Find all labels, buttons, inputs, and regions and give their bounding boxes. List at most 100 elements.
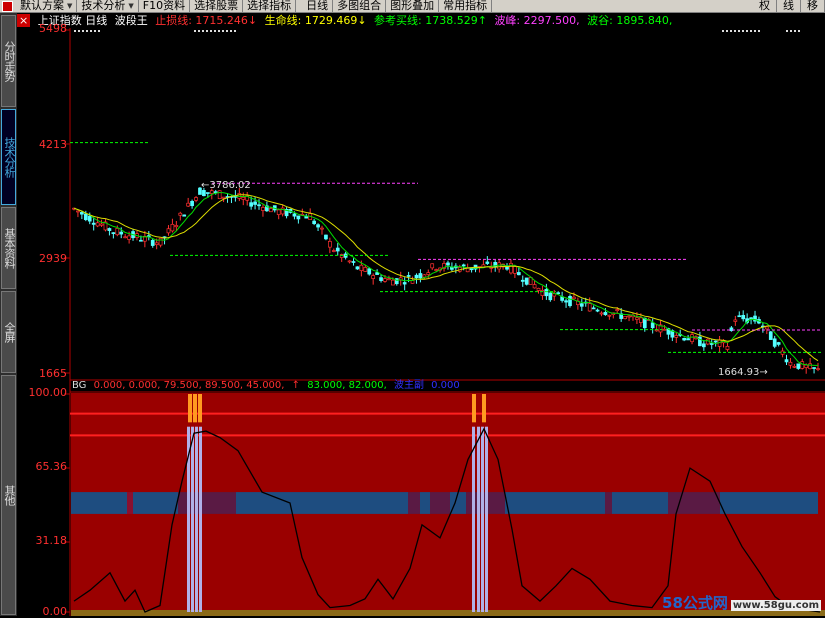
signal-top-marker — [482, 394, 486, 423]
candle-body — [359, 264, 364, 271]
candle-body — [524, 277, 529, 285]
candle-body — [406, 275, 411, 277]
signal-dot — [218, 30, 220, 32]
candle-body — [351, 261, 356, 263]
stop-loss-value: 止损线: 1715.246↓ — [155, 14, 258, 27]
indicator-label-3: 波主副 — [393, 380, 424, 391]
candle-body — [91, 222, 96, 225]
candle-body — [816, 368, 820, 370]
candle-body — [280, 207, 285, 215]
candle-body — [485, 261, 490, 264]
candle-body — [430, 263, 435, 269]
signal-dot — [98, 30, 100, 32]
candle-body — [635, 317, 639, 320]
candle-body — [418, 273, 423, 279]
candle-body — [725, 345, 730, 350]
candle-body — [316, 224, 320, 228]
candle-body — [292, 213, 297, 217]
candle-body — [564, 300, 568, 303]
candle-body — [434, 269, 439, 271]
signal-top-marker — [193, 394, 197, 423]
candle-body — [516, 272, 521, 276]
candle-body — [572, 296, 576, 300]
indicator-band-segment — [408, 492, 420, 514]
candle-body — [402, 282, 407, 285]
candle-body — [509, 262, 513, 274]
candle-body — [335, 247, 340, 252]
candle-body — [217, 190, 222, 199]
watermark: 58公式网 www.58gu.com — [662, 592, 821, 613]
candle-body — [320, 227, 324, 230]
signal-dot — [234, 30, 236, 32]
candle-body — [808, 363, 812, 370]
signal-bar — [195, 426, 198, 612]
candle-body — [221, 196, 226, 199]
indicator-values-2: 83.000, 82.000, — [307, 380, 387, 391]
chart-canvas[interactable] — [0, 0, 825, 616]
indicator-band-segment — [420, 492, 430, 514]
signal-bar — [485, 426, 488, 612]
candle-body — [241, 197, 246, 200]
signal-dot — [790, 30, 792, 32]
signal-dot — [206, 30, 208, 32]
candle-body — [182, 214, 187, 217]
candle-body — [568, 296, 572, 307]
candle-body — [363, 267, 368, 272]
candle-body — [205, 192, 210, 194]
signal-dot — [74, 30, 76, 32]
candle-body — [186, 202, 191, 207]
candle-body — [446, 262, 450, 266]
candle-body — [674, 335, 679, 338]
candle-body — [768, 331, 773, 340]
candle-body — [532, 284, 537, 289]
indicator-band-segment — [430, 492, 450, 514]
signal-bar — [481, 426, 484, 612]
candle-body — [804, 364, 809, 368]
indicator-short-name: BG — [72, 380, 87, 391]
candle-body — [536, 287, 541, 291]
candle-body — [627, 315, 631, 318]
candle-body — [190, 200, 194, 207]
candle-body — [642, 317, 647, 329]
candle-body — [713, 340, 718, 343]
indicator-band-segment — [505, 492, 605, 514]
candle-body — [465, 267, 470, 273]
signal-dot — [786, 30, 788, 32]
high-annotation: ←3786.02 — [201, 180, 251, 191]
signal-dot — [230, 30, 232, 32]
candle-body — [800, 361, 805, 369]
candle-body — [579, 303, 584, 307]
ref-buy-value: 参考买线: 1738.529↑ — [374, 14, 487, 27]
signal-dot — [738, 30, 740, 32]
signal-bar — [199, 426, 202, 612]
candle-body — [520, 279, 525, 282]
candle-body — [371, 275, 376, 279]
up-arrow-icon: ↑ — [291, 380, 301, 391]
life-line-value: 生命线: 1729.469↓ — [264, 14, 367, 27]
signal-dot — [734, 30, 736, 32]
signal-dot — [198, 30, 200, 32]
indicator-bar: BG 0.000, 0.000, 79.500, 89.500, 45.000,… — [72, 379, 825, 392]
candle-body — [737, 315, 742, 318]
indicator-band-segment — [236, 492, 408, 514]
candle-body — [450, 266, 454, 270]
signal-dot — [754, 30, 756, 32]
indicator-band-segment — [127, 492, 133, 514]
indicator-axis-label: 65.36 — [35, 460, 68, 473]
candle-body — [355, 266, 360, 270]
candle-body — [548, 292, 553, 301]
candle-body — [115, 228, 120, 236]
candle-body — [383, 278, 387, 282]
signal-dot — [202, 30, 204, 32]
candle-body — [623, 315, 627, 320]
signal-dot — [746, 30, 748, 32]
candle-body — [764, 326, 769, 330]
signal-dot — [798, 30, 800, 32]
candle-body — [202, 190, 206, 197]
candle-body — [268, 208, 273, 213]
signal-dot — [758, 30, 760, 32]
candle-body — [788, 361, 793, 366]
candle-body — [682, 337, 687, 341]
signal-dot — [730, 30, 732, 32]
indicator-axis-label: 31.18 — [35, 534, 68, 547]
